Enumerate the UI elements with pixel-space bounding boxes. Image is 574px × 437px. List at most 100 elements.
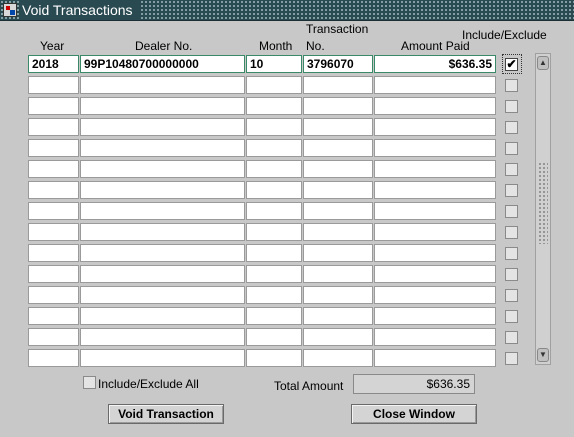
year-cell[interactable] (28, 265, 79, 283)
dealer-no-cell[interactable] (80, 160, 245, 178)
transaction-no-cell[interactable] (303, 349, 373, 367)
dealer-no-cell[interactable] (80, 307, 245, 325)
year-cell[interactable] (28, 202, 79, 220)
transaction-no-cell[interactable] (303, 76, 373, 94)
month-cell[interactable] (246, 307, 302, 325)
dealer-no-cell[interactable] (80, 76, 245, 94)
transaction-no-cell[interactable] (303, 118, 373, 136)
void-transaction-button[interactable]: Void Transaction (108, 404, 224, 424)
vertical-scrollbar[interactable]: ▲ ▼ (535, 53, 551, 365)
dealer-no-cell[interactable] (80, 139, 245, 157)
month-cell[interactable] (246, 202, 302, 220)
include-exclude-checkbox[interactable] (505, 268, 518, 281)
year-cell[interactable] (28, 139, 79, 157)
amount-paid-cell[interactable] (374, 118, 496, 136)
month-cell[interactable] (246, 139, 302, 157)
amount-paid-cell[interactable] (374, 97, 496, 115)
year-cell[interactable] (28, 244, 79, 262)
include-exclude-checkbox[interactable] (505, 121, 518, 134)
dealer-no-cell[interactable] (80, 97, 245, 115)
amount-paid-cell[interactable] (374, 202, 496, 220)
include-exclude-checkbox[interactable] (505, 100, 518, 113)
amount-paid-cell[interactable] (374, 223, 496, 241)
year-cell[interactable] (28, 181, 79, 199)
year-cell[interactable] (28, 307, 79, 325)
total-amount-label: Total Amount (274, 379, 344, 393)
title-bar[interactable]: Void Transactions (0, 0, 574, 21)
month-cell[interactable] (246, 286, 302, 304)
include-exclude-checkbox[interactable] (505, 331, 518, 344)
transaction-no-cell[interactable] (303, 202, 373, 220)
transaction-no-cell[interactable] (303, 244, 373, 262)
amount-paid-cell[interactable] (374, 181, 496, 199)
amount-paid-cell[interactable] (374, 265, 496, 283)
include-exclude-checkbox[interactable] (505, 142, 518, 155)
scrollbar-thumb[interactable] (538, 162, 548, 244)
amount-paid-cell[interactable] (374, 244, 496, 262)
amount-paid-cell[interactable] (374, 76, 496, 94)
year-cell[interactable] (28, 328, 79, 346)
include-exclude-checkbox[interactable] (505, 289, 518, 302)
month-cell[interactable] (246, 160, 302, 178)
year-cell[interactable]: 2018 (28, 55, 79, 73)
year-cell[interactable] (28, 223, 79, 241)
dealer-no-cell[interactable] (80, 349, 245, 367)
dealer-no-cell[interactable]: 99P10480700000000 (80, 55, 245, 73)
transaction-no-cell[interactable] (303, 139, 373, 157)
include-exclude-checkbox[interactable] (505, 184, 518, 197)
transaction-no-cell[interactable]: 3796070 (303, 55, 373, 73)
dealer-no-cell[interactable] (80, 181, 245, 199)
year-cell[interactable] (28, 286, 79, 304)
transaction-no-cell[interactable] (303, 286, 373, 304)
month-cell[interactable] (246, 265, 302, 283)
dealer-no-cell[interactable] (80, 286, 245, 304)
amount-paid-cell[interactable] (374, 286, 496, 304)
year-cell[interactable] (28, 349, 79, 367)
month-cell[interactable] (246, 76, 302, 94)
transaction-no-cell[interactable] (303, 181, 373, 199)
amount-paid-cell[interactable] (374, 307, 496, 325)
include-exclude-checkbox[interactable] (505, 352, 518, 365)
scroll-up-arrow-icon[interactable]: ▲ (537, 56, 549, 70)
include-exclude-checkbox[interactable] (505, 247, 518, 260)
month-cell[interactable] (246, 97, 302, 115)
transaction-no-cell[interactable] (303, 307, 373, 325)
dealer-no-cell[interactable] (80, 244, 245, 262)
transaction-no-cell[interactable] (303, 97, 373, 115)
column-header-transaction-line2: No. (306, 39, 325, 53)
month-cell[interactable] (246, 244, 302, 262)
amount-paid-cell[interactable] (374, 139, 496, 157)
year-cell[interactable] (28, 97, 79, 115)
amount-paid-cell[interactable] (374, 160, 496, 178)
include-exclude-checkbox[interactable] (505, 163, 518, 176)
month-cell[interactable]: 10 (246, 55, 302, 73)
window-app-icon[interactable] (3, 3, 17, 17)
dealer-no-cell[interactable] (80, 202, 245, 220)
amount-paid-cell[interactable]: $636.35 (374, 55, 496, 73)
include-exclude-checkbox[interactable] (505, 79, 518, 92)
dealer-no-cell[interactable] (80, 328, 245, 346)
dealer-no-cell[interactable] (80, 223, 245, 241)
transaction-no-cell[interactable] (303, 223, 373, 241)
amount-paid-cell[interactable] (374, 349, 496, 367)
year-cell[interactable] (28, 160, 79, 178)
scroll-down-arrow-icon[interactable]: ▼ (537, 348, 549, 362)
dealer-no-cell[interactable] (80, 118, 245, 136)
month-cell[interactable] (246, 223, 302, 241)
month-cell[interactable] (246, 349, 302, 367)
include-exclude-checkbox[interactable] (505, 226, 518, 239)
transaction-no-cell[interactable] (303, 265, 373, 283)
transaction-no-cell[interactable] (303, 160, 373, 178)
amount-paid-cell[interactable] (374, 328, 496, 346)
year-cell[interactable] (28, 76, 79, 94)
include-exclude-checkbox[interactable] (505, 310, 518, 323)
include-exclude-all-checkbox[interactable] (83, 376, 96, 389)
close-window-button[interactable]: Close Window (351, 404, 477, 424)
dealer-no-cell[interactable] (80, 265, 245, 283)
month-cell[interactable] (246, 328, 302, 346)
transaction-no-cell[interactable] (303, 328, 373, 346)
year-cell[interactable] (28, 118, 79, 136)
month-cell[interactable] (246, 181, 302, 199)
include-exclude-checkbox[interactable] (505, 205, 518, 218)
month-cell[interactable] (246, 118, 302, 136)
